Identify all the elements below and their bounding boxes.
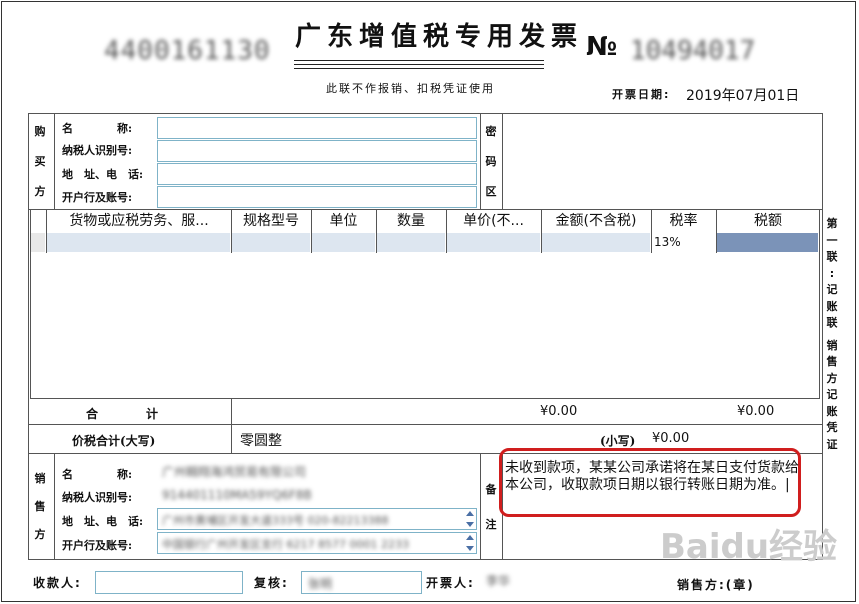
remarks-left-divider — [480, 453, 481, 560]
cell-spec[interactable] — [232, 233, 311, 252]
cell-rate[interactable]: 13% — [652, 233, 716, 252]
seller-address-field[interactable]: 广州市黄埔区开发大道333号 020-82213388 — [157, 508, 477, 530]
buyer-side-char: 方 — [34, 185, 46, 198]
title-underline-3 — [294, 68, 544, 69]
reviewer-label: 复核: — [254, 576, 289, 590]
total-tax: ¥0.00 — [737, 404, 775, 419]
buyer-taxid-input[interactable] — [157, 140, 477, 162]
buyer-side-char: 买 — [34, 155, 46, 168]
seller-divider — [54, 453, 55, 560]
reviewer-value: 张明 — [308, 577, 333, 591]
remarks-label-char: 备 — [485, 483, 497, 496]
side-char: 售 — [826, 355, 838, 368]
date-value[interactable]: 2019年07月01日 — [686, 85, 799, 105]
row-selector[interactable] — [31, 233, 46, 252]
side-char: 证 — [826, 437, 838, 451]
side-char: 联 — [826, 250, 838, 263]
side-char: 记 — [826, 283, 838, 296]
side-char: 账 — [826, 404, 838, 418]
seller-side-char: 方 — [34, 528, 46, 541]
issuer-label: 开票人: — [426, 576, 475, 590]
date-label: 开票日期: — [612, 88, 671, 101]
seller-address-label: 地 址、电 话: — [62, 515, 144, 528]
side-char: 凭 — [826, 421, 838, 434]
invoice-title: 广东增值税专用发票 — [295, 22, 584, 52]
cell-unit[interactable] — [312, 233, 376, 252]
buyer-divider — [54, 113, 55, 209]
copy-side-label: 第 一 联 : 记 账 联 销 售 方 记 账 凭 证 — [824, 216, 840, 453]
total-label: 合 计 — [86, 407, 159, 421]
buyer-name-input[interactable] — [157, 117, 477, 139]
side-char: 销 — [826, 338, 838, 352]
col-header-spec[interactable]: 规格型号 — [232, 209, 310, 233]
baidu-watermark: Baidu经验 — [660, 527, 838, 567]
cipher-label-char: 密 — [485, 125, 497, 138]
payee-input[interactable] — [95, 571, 243, 594]
grand-total-small: ¥0.00 — [652, 431, 690, 446]
title-underline-2 — [294, 64, 544, 65]
side-char: : — [829, 266, 835, 280]
seller-address-value: 广州市黄埔区开发大道333号 020-82213388 — [162, 514, 389, 527]
cell-amount[interactable] — [542, 233, 651, 252]
col-header-unit[interactable]: 单位 — [312, 209, 375, 233]
buyer-taxid-label: 纳税人识别号: — [62, 144, 133, 157]
grand-total-label: 价税合计(大写) — [72, 434, 156, 448]
col-header-tax[interactable]: 税额 — [717, 209, 819, 233]
cell-price[interactable] — [447, 233, 541, 252]
reviewer-input[interactable]: 张明 — [301, 571, 422, 594]
side-char: 一 — [826, 233, 838, 247]
cell-tax[interactable] — [717, 233, 819, 252]
buyer-name-label: 名 称: — [62, 122, 133, 135]
col-header-price[interactable]: 单价(不... — [447, 209, 540, 233]
invoice-code: 4400161130 — [104, 36, 271, 66]
side-char: 方 — [826, 371, 838, 385]
buyer-side-char: 购 — [34, 125, 46, 138]
seller-name-label: 名 称: — [62, 468, 133, 481]
cipher-label-char: 区 — [485, 185, 497, 198]
side-char: 第 — [826, 217, 838, 230]
remarks-label-char: 注 — [485, 518, 497, 531]
cipher-label-char: 码 — [485, 155, 497, 168]
seller-side-char: 售 — [34, 500, 46, 513]
buyer-address-input[interactable] — [157, 163, 477, 185]
buyer-bank-input[interactable] — [157, 186, 477, 208]
buyer-bank-label: 开户行及账号: — [62, 191, 133, 204]
cipher-left-divider — [480, 113, 481, 209]
seller-bank-field[interactable]: 中国银行广州开发区支行 6217 8577 0001 2233 — [157, 532, 477, 554]
seller-taxid-label: 纳税人识别号: — [62, 491, 133, 504]
grand-small-label: (小写) — [600, 434, 636, 448]
number-symbol: № — [586, 32, 618, 62]
buyer-address-label: 地 址、电 话: — [62, 168, 144, 181]
scroll-arrow-icon[interactable] — [464, 534, 476, 552]
seller-bank-label: 开户行及账号: — [62, 539, 133, 552]
seller-side-char: 销 — [34, 472, 46, 485]
issuer-value: 李华 — [486, 574, 511, 588]
seller-taxid-value[interactable]: 914401110MA59YQ6F8B — [162, 488, 312, 502]
col-header-qty[interactable]: 数量 — [377, 209, 445, 233]
total-line — [28, 424, 823, 425]
col-header-amount[interactable]: 金额(不含税) — [542, 209, 650, 233]
invoice-subtitle: 此联不作报销、扣税凭证使用 — [326, 82, 495, 95]
side-char: 账 — [826, 299, 838, 313]
invoice-number: 10494017 — [630, 36, 756, 66]
side-char: 联 — [826, 316, 838, 329]
total-amount: ¥0.00 — [540, 404, 578, 419]
cipher-inner-divider — [502, 113, 503, 209]
scroll-arrow-icon[interactable] — [464, 510, 476, 528]
seller-name-value[interactable]: 广州翱翔海鸿贸易有限公司 — [162, 463, 306, 480]
col-header-rate[interactable]: 税率 — [652, 209, 715, 233]
remarks-text[interactable]: 未收到款项，某某公司承诺将在某日支付货款给本公司，收取款项日期以银行转账日期为准… — [505, 460, 801, 493]
seller-bank-value: 中国银行广州开发区支行 6217 8577 0001 2233 — [162, 538, 409, 551]
grand-total-words: 零圆整 — [240, 433, 282, 449]
cell-qty[interactable] — [377, 233, 446, 252]
seller-seal-label: 销售方:(章) — [677, 578, 755, 592]
col-header-goods[interactable]: 货物或应税劳务、服... — [48, 209, 230, 233]
side-char: 记 — [826, 388, 838, 401]
payee-label: 收款人: — [33, 576, 82, 590]
cell-goods[interactable] — [47, 233, 231, 252]
title-underline-1 — [294, 60, 544, 61]
totals-divider — [231, 399, 232, 453]
